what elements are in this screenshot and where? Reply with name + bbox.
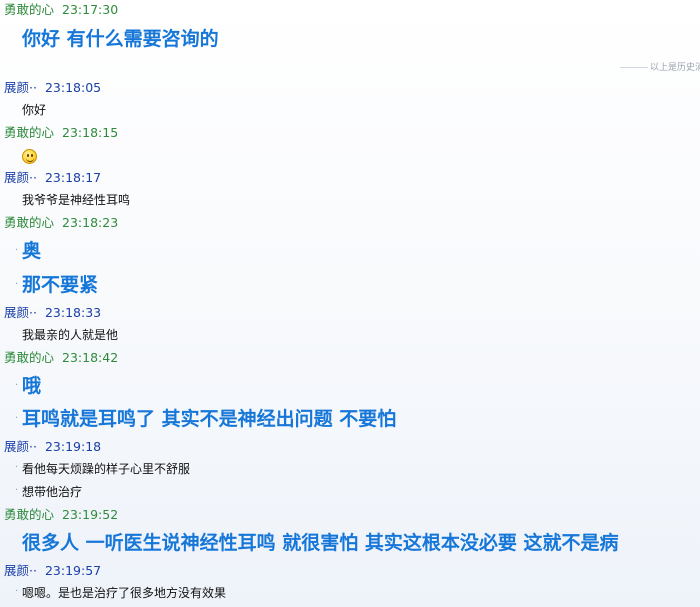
message-header: 勇敢的心 23:19:52: [4, 507, 118, 523]
message-text: 那不要紧: [22, 274, 99, 296]
bullet-dot: ·: [15, 413, 19, 424]
sender-name[interactable]: 勇敢的心: [4, 215, 54, 230]
message-text: 很多人 一听医生说神经性耳鸣 就很害怕 其实这根本没必要 这就不是病: [22, 532, 619, 554]
bullet-dot: ·: [15, 279, 19, 290]
message-header: 展颜·· 23:18:05: [4, 80, 101, 96]
timestamp: 23:19:18: [44, 439, 102, 454]
separator-line: [620, 67, 648, 68]
bullet-dot: ·: [15, 380, 19, 391]
sender-name[interactable]: 展颜··: [4, 439, 37, 454]
timestamp: 23:17:30: [62, 2, 119, 17]
message-header: 展颜·· 23:19:18: [4, 439, 101, 455]
sender-name[interactable]: 勇敢的心: [4, 2, 54, 17]
message-text: 看他每天烦躁的样子心里不舒服: [22, 462, 191, 476]
timestamp: 23:18:33: [44, 305, 102, 320]
smile-emoji-icon: [22, 149, 37, 164]
message-header: 展颜·· 23:19:57: [4, 563, 101, 579]
message-text: 奥: [22, 240, 42, 262]
sender-name[interactable]: 展颜··: [4, 170, 37, 185]
message-header: 展颜·· 23:18:17: [4, 170, 101, 186]
message-text: 耳鸣就是耳鸣了 其实不是神经出问题 不要怕: [22, 408, 397, 430]
timestamp: 23:18:17: [44, 170, 102, 185]
sender-name[interactable]: 勇敢的心: [4, 350, 54, 365]
timestamp: 23:18:23: [62, 215, 119, 230]
bullet-dot: ·: [15, 485, 19, 496]
timestamp: 23:18:05: [44, 80, 102, 95]
timestamp: 23:18:42: [62, 350, 119, 365]
bullet-dot: ·: [15, 462, 19, 473]
sender-name[interactable]: 勇敢的心: [4, 507, 54, 522]
message-text: 哦: [22, 375, 42, 397]
message-header: 勇敢的心 23:17:30: [4, 2, 118, 18]
sender-name[interactable]: 展颜··: [4, 305, 37, 320]
timestamp: 23:19:52: [62, 507, 119, 522]
timestamp: 23:18:15: [62, 125, 119, 140]
sender-name[interactable]: 展颜··: [4, 80, 37, 95]
message-text: 想带他治疗: [22, 485, 83, 499]
sender-name[interactable]: 展颜··: [4, 563, 37, 578]
bullet-dot: ·: [15, 245, 19, 256]
bullet-dot: ·: [15, 586, 19, 597]
message-text: 我爷爷是神经性耳鸣: [22, 193, 131, 207]
message-header: 勇敢的心 23:18:15: [4, 125, 118, 141]
message-header: 勇敢的心 23:18:42: [4, 350, 118, 366]
message-header: 勇敢的心 23:18:23: [4, 215, 118, 231]
message-text: 嗯嗯。是也是治疗了很多地方没有效果: [22, 586, 227, 600]
sender-name[interactable]: 勇敢的心: [4, 125, 54, 140]
message-header: 展颜·· 23:18:33: [4, 305, 101, 321]
message-text: 我最亲的人就是他: [22, 328, 119, 342]
timestamp: 23:19:57: [44, 563, 102, 578]
history-label: 以上是历史消: [650, 63, 700, 73]
message-text: 你好 有什么需要咨询的: [22, 28, 219, 50]
message-text: 你好: [22, 103, 47, 117]
history-separator: 以上是历史消: [605, 60, 700, 74]
